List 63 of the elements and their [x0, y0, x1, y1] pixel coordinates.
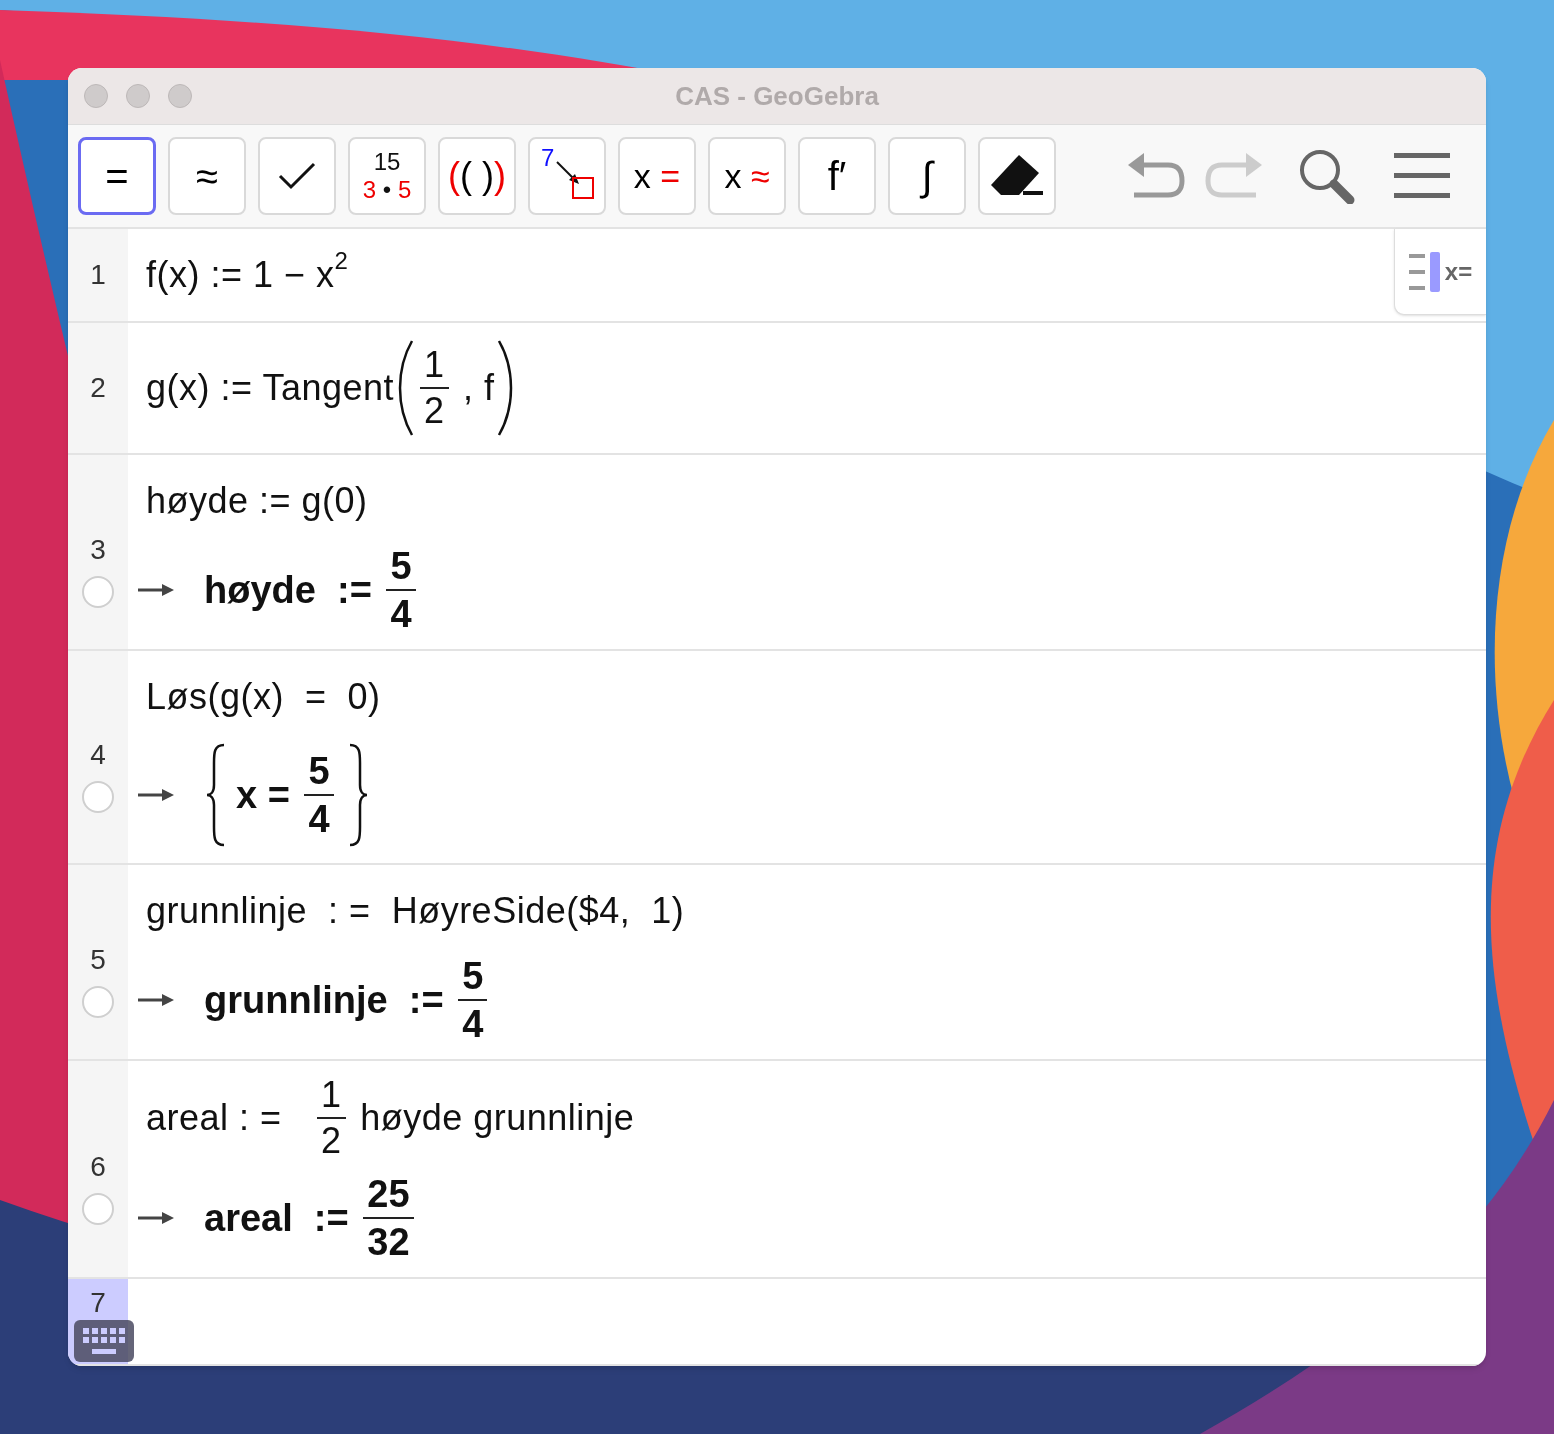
toolbar-button[interactable]: x = [618, 137, 696, 215]
math-text: g(x) := Tangent [146, 366, 394, 410]
row-number: 2 [90, 374, 106, 402]
toolbar-button[interactable]: 15 3 • 5 [348, 137, 426, 215]
keyboard-icon[interactable] [74, 1320, 134, 1362]
fraction: 5 4 [386, 547, 416, 633]
toolbar-button[interactable]: (( )) [438, 137, 516, 215]
math-text: grunnlinje := [204, 977, 445, 1023]
row-number: 4 [90, 741, 106, 769]
row-header[interactable]: 1 [68, 229, 128, 321]
toolbar-button[interactable]: x ≈ [708, 137, 786, 215]
fraction: 25 32 [363, 1175, 414, 1261]
row-header[interactable]: 2 [68, 323, 128, 453]
algebra-view-toggle[interactable]: x= [1394, 229, 1486, 315]
arrow-into-box-icon [555, 160, 595, 202]
fraction: 1 2 [317, 1077, 346, 1159]
row-number: 5 [90, 946, 106, 974]
math-text: grunnlinje : = HøyreSide($4, 1) [146, 889, 685, 933]
checkmark-icon [278, 162, 316, 190]
row-number: 6 [90, 1153, 106, 1181]
toolbar-button[interactable]: ≈ [168, 137, 246, 215]
arrow-icon [138, 787, 176, 803]
plot-toggle[interactable] [82, 986, 114, 1018]
redo-icon[interactable] [1204, 151, 1262, 201]
undo-icon[interactable] [1128, 151, 1186, 201]
fraction: 5 4 [458, 957, 488, 1043]
toolbar-button[interactable] [978, 137, 1056, 215]
plot-toggle[interactable] [82, 1193, 114, 1225]
window-control[interactable] [126, 84, 150, 108]
plot-toggle[interactable] [82, 576, 114, 608]
math-text: , f [462, 366, 495, 410]
row-header[interactable]: 5 [68, 865, 128, 1059]
row-header[interactable]: 3 [68, 455, 128, 649]
toolbar-button[interactable]: 7 [528, 137, 606, 215]
toolbar-button[interactable]: = [78, 137, 156, 215]
list-icon [1408, 251, 1441, 292]
math-text: høyde := [204, 567, 373, 613]
math-text: x = [236, 772, 291, 818]
math-text: høyde := g(0) [146, 479, 368, 523]
fraction: 1 2 [420, 347, 449, 429]
math-text: areal := [204, 1195, 350, 1241]
arrow-icon [138, 582, 176, 598]
window-title: CAS - GeoGebra [675, 79, 879, 113]
exponent: 2 [334, 246, 349, 274]
fraction: 5 4 [304, 752, 334, 838]
math-text: Løs(g(x) = 0) [146, 675, 381, 719]
toolbar-button[interactable]: ∫ [888, 137, 966, 215]
row-header[interactable]: 6 [68, 1061, 128, 1277]
toolbar-button[interactable]: f′ [798, 137, 876, 215]
menu-icon[interactable] [1394, 153, 1450, 199]
window-control[interactable] [84, 84, 108, 108]
row-number: 1 [90, 261, 106, 289]
math-text: areal : = [146, 1096, 283, 1140]
row-number: 3 [90, 536, 106, 564]
row-number: 7 [90, 1289, 106, 1317]
arrow-icon [138, 1210, 176, 1226]
math-text: høyde grunnlinje [359, 1096, 635, 1140]
window-control[interactable] [168, 84, 192, 108]
row-header[interactable]: 4 [68, 651, 128, 863]
plot-toggle[interactable] [82, 781, 114, 813]
search-icon[interactable] [1298, 148, 1356, 204]
math-text: f(x) := 1 − x [146, 254, 335, 297]
arrow-icon [138, 992, 176, 1008]
